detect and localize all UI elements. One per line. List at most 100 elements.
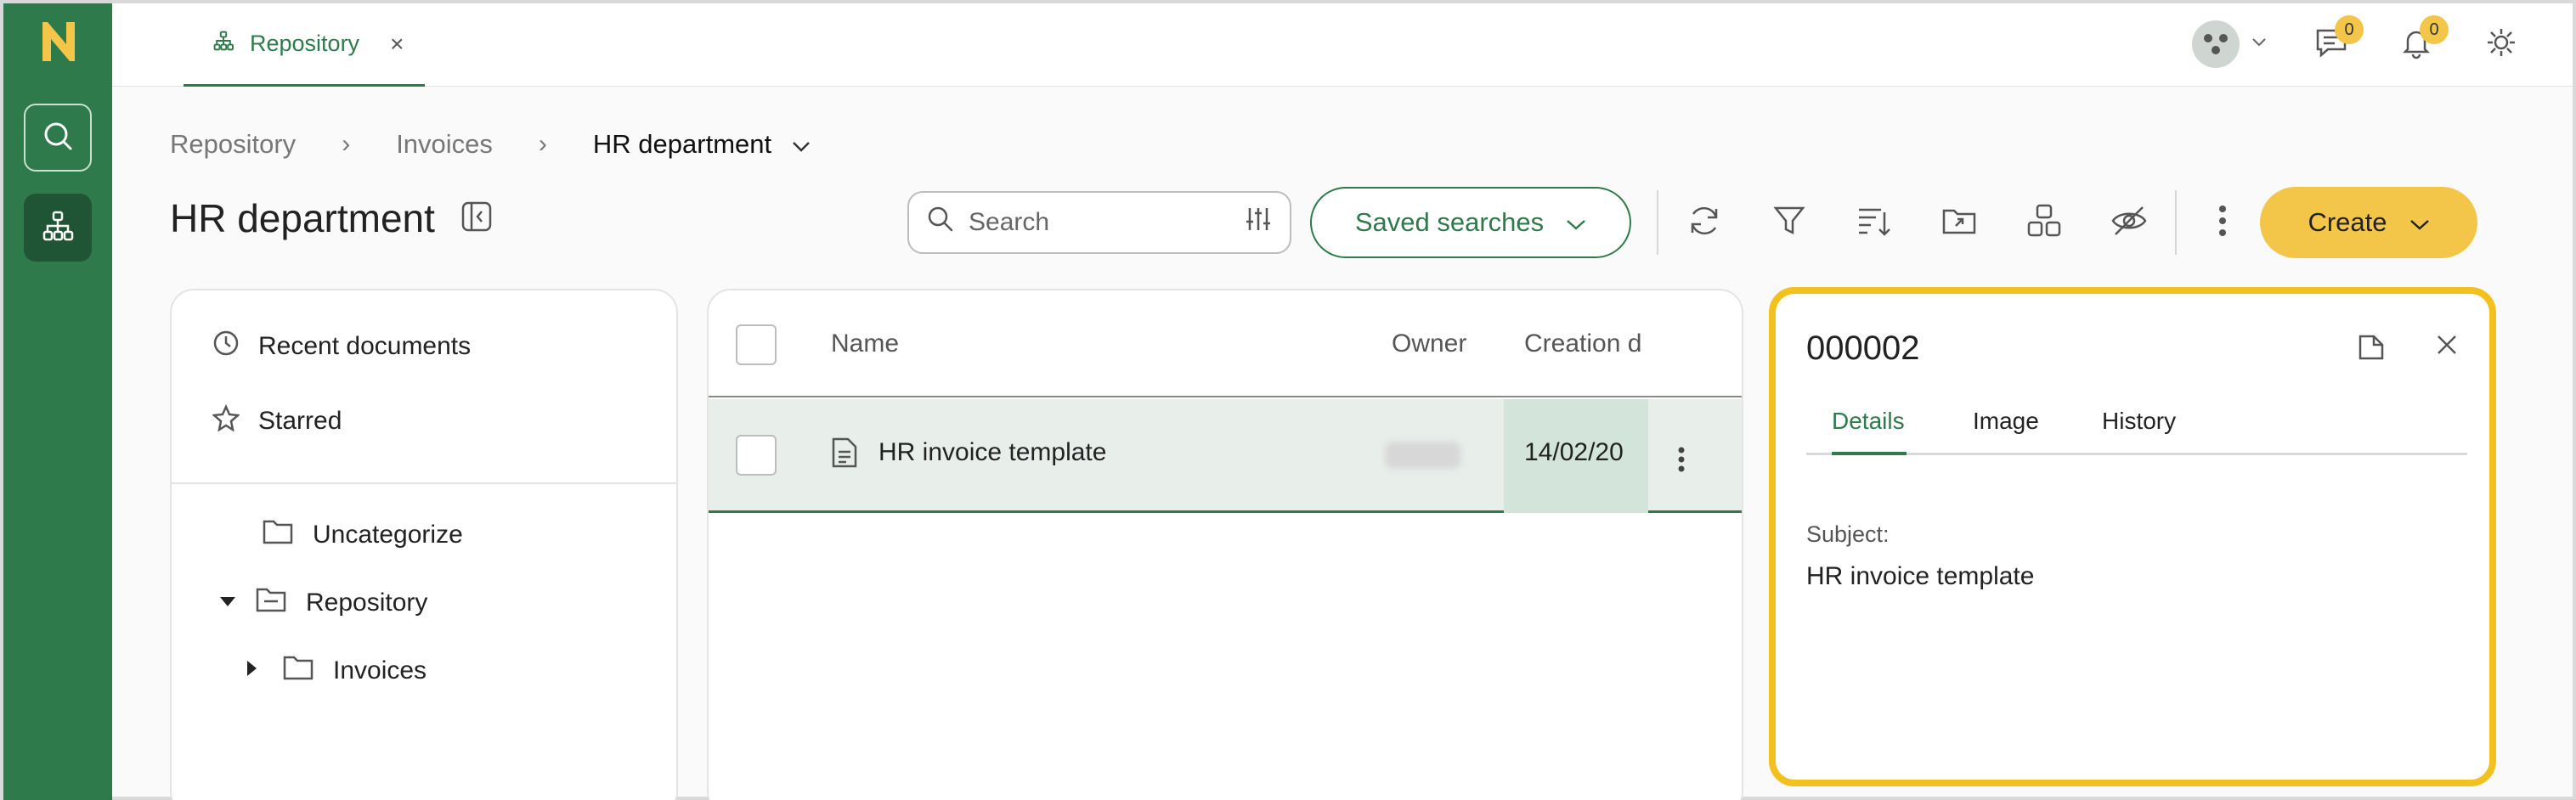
row-checkbox[interactable] [736, 435, 777, 476]
rail-repository-button[interactable] [24, 194, 92, 262]
create-label: Create [2308, 207, 2387, 237]
sort-button[interactable] [1854, 202, 1895, 243]
toolbar-divider [1657, 190, 1658, 255]
refresh-icon [1686, 202, 1723, 244]
documents-table: Name Owner Creation d HR invoice templat… [707, 289, 1743, 800]
document-icon [831, 437, 858, 476]
repository-tree-icon [41, 209, 75, 247]
breadcrumb-item-current[interactable]: HR department [593, 129, 811, 160]
create-button[interactable]: Create [2260, 187, 2477, 258]
saved-searches-button[interactable]: Saved searches [1310, 187, 1631, 258]
folder-link-button[interactable] [1939, 202, 1980, 243]
tab-label: Repository [250, 31, 360, 56]
chevron-down-icon [2251, 37, 2267, 52]
chevron-down-icon [2409, 207, 2430, 238]
left-rail [3, 3, 112, 800]
breadcrumb-item-invoices[interactable]: Invoices [396, 129, 493, 160]
collapse-panel-icon[interactable] [460, 200, 493, 237]
subject-value: HR invoice template [1806, 562, 2035, 590]
folder-label: Repository [306, 589, 428, 617]
detail-actions [2357, 333, 2459, 366]
row-name[interactable]: HR invoice template [878, 438, 1106, 467]
tree-folder-invoices[interactable]: Invoices [246, 654, 427, 688]
network-gear-icon [2484, 25, 2518, 64]
filter-sliders-icon[interactable] [1244, 205, 1273, 240]
tree-folder-repository[interactable]: Repository [219, 586, 427, 620]
table-row[interactable]: HR invoice template 14/02/20 [709, 399, 1742, 513]
tab-image[interactable]: Image [1973, 408, 2039, 435]
layout-button[interactable] [2024, 202, 2065, 243]
caret-down-icon[interactable] [219, 594, 236, 613]
saved-searches-label: Saved searches [1354, 207, 1545, 237]
funnel-icon [1771, 202, 1808, 244]
settings-button[interactable] [2481, 24, 2522, 65]
active-tab-indicator [1832, 452, 1907, 455]
row-kebab-menu-icon[interactable] [1677, 447, 1686, 479]
folder-label: Uncategorize [313, 521, 463, 549]
search-placeholder: Search [969, 208, 1050, 236]
messages-badge: 0 [2335, 15, 2364, 44]
breadcrumb-separator: › [538, 130, 547, 158]
tab-repository[interactable]: Repository × [184, 3, 425, 87]
table-header: Name Owner Creation d [709, 290, 1742, 397]
rail-search-button[interactable] [24, 104, 92, 172]
breadcrumb-current-label: HR department [592, 129, 772, 159]
toolbar-icons [1684, 202, 2149, 243]
search-input[interactable]: Search [907, 191, 1291, 254]
navigation-tree-panel: Recent documents Starred Uncategorize Re… [170, 289, 678, 800]
more-options-button[interactable] [2202, 202, 2243, 243]
tab-close-icon[interactable]: × [390, 31, 404, 58]
breadcrumb: Repository › Invoices › HR department [170, 129, 811, 160]
hide-button[interactable] [2109, 202, 2149, 243]
folder-link-icon [1940, 202, 1978, 244]
tree-folder-uncategorize[interactable]: Uncategorize [262, 518, 463, 552]
starred-label: Starred [258, 407, 342, 435]
subject-label: Subject: [1806, 521, 1890, 547]
tree-item-recent-documents[interactable]: Recent documents [212, 330, 471, 363]
open-document-icon[interactable] [2357, 333, 2386, 366]
refresh-button[interactable] [1684, 202, 1725, 243]
eye-off-icon [2110, 202, 2148, 244]
toolbar-divider [2175, 190, 2177, 255]
notifications-button[interactable]: 0 [2396, 15, 2449, 65]
messages-button[interactable]: 0 [2311, 15, 2364, 65]
document-detail-panel: 000002 Details Image History Subject: HR… [1769, 287, 2496, 786]
folder-icon [282, 654, 314, 688]
page-body: Repository › Invoices › HR department HR… [112, 87, 2573, 800]
tree-divider [172, 482, 676, 484]
caret-right-icon[interactable] [246, 660, 263, 682]
filter-button[interactable] [1769, 202, 1810, 243]
column-header-name[interactable]: Name [831, 330, 899, 358]
folder-label: Invoices [333, 656, 427, 685]
tree-item-starred[interactable]: Starred [212, 403, 342, 438]
chevron-down-icon [1566, 207, 1586, 238]
breadcrumb-item-repository[interactable]: Repository [170, 129, 296, 160]
folder-icon [262, 518, 294, 552]
page-title: HR department [170, 196, 435, 240]
avatar [2192, 20, 2240, 68]
search-icon [926, 205, 955, 240]
column-header-creation-date[interactable]: Creation d [1524, 330, 1647, 358]
kebab-menu-icon [2217, 204, 2228, 242]
select-all-checkbox[interactable] [736, 324, 777, 365]
top-right-actions: 0 0 [2192, 15, 2522, 70]
star-icon [212, 403, 240, 438]
toolbar: Search Saved searches Create [907, 187, 2517, 258]
owner-avatar-blurred [1385, 442, 1461, 469]
title-row: HR department [170, 195, 493, 241]
recent-documents-label: Recent documents [258, 332, 472, 360]
notifications-badge: 0 [2420, 15, 2449, 44]
column-header-owner[interactable]: Owner [1392, 330, 1466, 358]
top-bar: Repository × 0 0 [112, 3, 2573, 87]
sort-icon [1856, 202, 1893, 244]
tab-details[interactable]: Details [1832, 408, 1905, 435]
row-created: 14/02/20 [1524, 438, 1624, 466]
chevron-down-icon [792, 129, 811, 160]
folder-open-icon [255, 586, 287, 620]
repository-tree-icon [212, 30, 234, 58]
detail-tabs: Details Image History [1806, 396, 2467, 455]
user-menu[interactable] [2192, 20, 2267, 68]
close-icon[interactable] [2435, 333, 2459, 366]
app-logo[interactable] [39, 19, 78, 65]
tab-history[interactable]: History [2102, 408, 2176, 435]
